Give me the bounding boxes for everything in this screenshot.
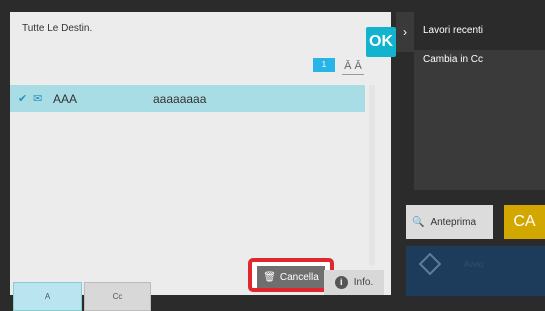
chevron-right-icon[interactable]: › (396, 12, 414, 52)
info-button[interactable]: i Info. (324, 270, 384, 295)
ca-button[interactable]: CA (504, 205, 545, 239)
checkmark-icon: ✔ (18, 93, 28, 105)
info-icon: i (334, 276, 348, 289)
recent-jobs-label[interactable]: Lavori recenti (423, 25, 483, 36)
cancel-button[interactable]: 🗑 Cancella (257, 266, 325, 288)
right-panel: › Lavori recenti Cambia in Cc 🔍 Anteprim… (396, 12, 545, 296)
address-book-panel: Tutte Le Destin. OK 1 Ā Ā ✔ ✉ AAA aaaaaa… (10, 12, 396, 311)
preview-button[interactable]: 🔍 Anteprima (406, 205, 493, 239)
page-title: Tutte Le Destin. (22, 23, 93, 34)
change-to-cc-item[interactable]: Cambia in Cc (423, 54, 483, 65)
start-button[interactable]: Avvio (406, 246, 545, 296)
tab-cc[interactable]: Cc (84, 282, 151, 311)
recent-jobs-area (414, 50, 545, 190)
mail-icon: ✉ (33, 93, 43, 105)
preview-label: Anteprima (430, 216, 477, 228)
contact-name: AAA (53, 91, 78, 106)
list-item[interactable]: ✔ ✉ AAA aaaaaaaa (10, 85, 365, 112)
contact-address: aaaaaaaa (153, 91, 207, 106)
sort-icon[interactable]: Ā Ā (342, 58, 364, 75)
cancel-button-highlight: 🗑 Cancella (248, 258, 334, 292)
tab-a[interactable]: A (13, 282, 82, 311)
trash-icon: 🗑 (263, 271, 276, 283)
info-label: Info. (353, 277, 374, 288)
start-diamond-icon (418, 252, 442, 276)
scrollbar[interactable] (369, 85, 375, 265)
start-label: Avvio (464, 260, 484, 269)
ok-button[interactable]: OK (366, 27, 396, 57)
page-number-badge: 1 (313, 58, 335, 72)
magnifier-icon: 🔍 (412, 216, 425, 228)
cancel-label: Cancella (279, 271, 319, 283)
